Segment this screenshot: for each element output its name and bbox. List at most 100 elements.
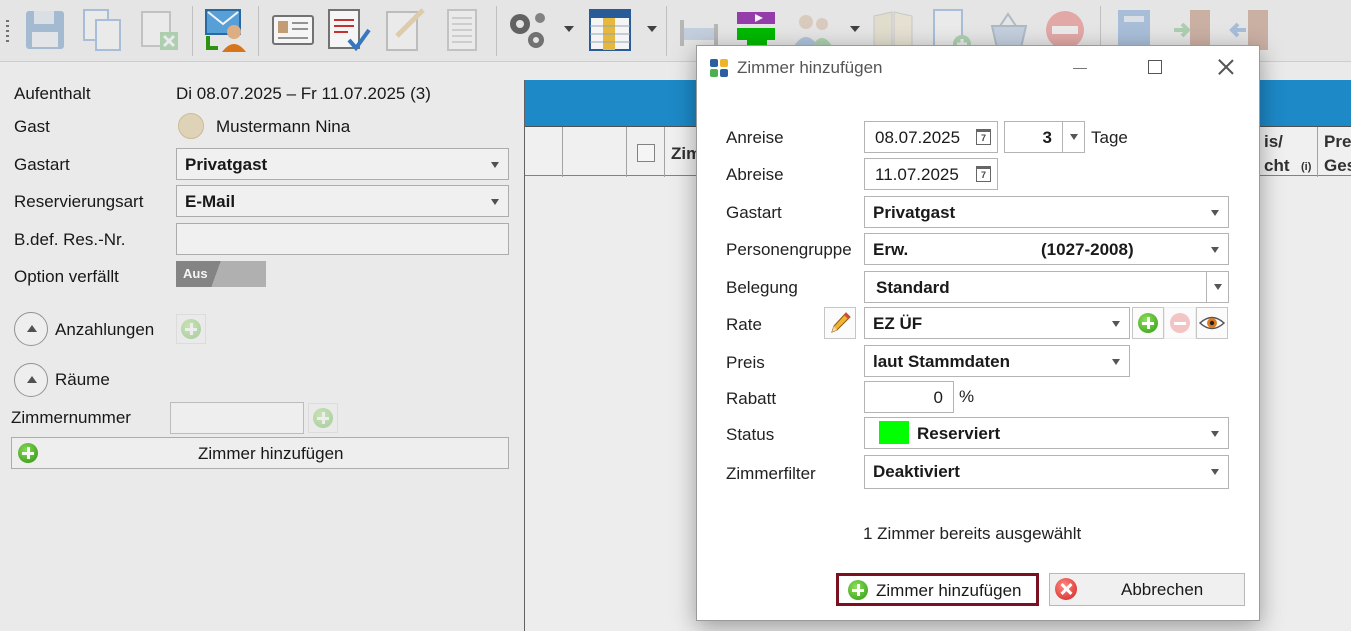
chevron-down-icon (1214, 284, 1222, 290)
guest-card-icon[interactable] (270, 6, 316, 54)
anreise-date-input[interactable]: 08.07.2025 7 (864, 121, 998, 153)
add-room-submit-button[interactable]: Zimmer hinzufügen (836, 573, 1039, 606)
nights-dropdown[interactable] (1062, 122, 1084, 152)
copy-icon[interactable] (80, 6, 126, 54)
plus-icon (18, 443, 38, 463)
aufenthalt-value: Di 08.07.2025 – Fr 11.07.2025 (3) (176, 84, 431, 103)
save-icon[interactable] (22, 6, 68, 54)
plus-icon (1138, 313, 1158, 333)
add-zimmernummer-button[interactable] (308, 403, 338, 433)
gastart-select[interactable]: Privatgast (176, 148, 509, 180)
gastart-label: Gastart (726, 203, 782, 222)
anreise-date-value: 08.07.2025 (875, 128, 961, 147)
selected-rooms-info: 1 Zimmer bereits ausgewählt (863, 524, 1082, 543)
checklist-icon[interactable] (383, 6, 429, 54)
cancel-button[interactable]: Abbrechen (1049, 573, 1245, 606)
gast-value[interactable]: Mustermann Nina (216, 117, 350, 137)
table-icon[interactable] (440, 6, 486, 54)
dialog-title: Zimmer hinzufügen (737, 58, 883, 77)
registration-form-icon[interactable] (325, 6, 371, 54)
anzahlungen-expand-button[interactable] (14, 312, 48, 346)
maximize-icon[interactable] (1148, 60, 1162, 74)
gears-icon[interactable] (504, 6, 550, 54)
gastart-select-value: Privatgast (185, 155, 268, 174)
grid-column-preis-line1[interactable]: is/ (1264, 132, 1283, 152)
close-icon[interactable] (1216, 57, 1236, 77)
status-select-value: Reserviert (917, 424, 1001, 443)
zimmerfilter-select-value: Deaktiviert (873, 462, 960, 481)
bdef-input[interactable] (176, 223, 509, 255)
personengruppe-label: Personengruppe (726, 240, 852, 259)
chevron-down-icon (1211, 210, 1219, 216)
aufenthalt-label: Aufenthalt (14, 84, 91, 103)
personengruppe-select[interactable]: Erw. (1027-2008) (864, 233, 1229, 265)
status-select[interactable]: Reserviert (864, 417, 1229, 449)
toolbar-separator (666, 6, 667, 56)
add-rate-button[interactable] (1132, 307, 1164, 339)
rabatt-input[interactable]: 0 (864, 381, 954, 413)
add-room-label: Zimmer hinzufügen (198, 444, 344, 463)
grid-column-preis-gesamt-line2[interactable]: Ges (1324, 156, 1351, 176)
nights-value: 3 (1042, 128, 1052, 147)
grid-column[interactable] (563, 127, 627, 177)
belegung-select[interactable]: Standard (864, 271, 1229, 303)
rabatt-label: Rabatt (726, 389, 777, 408)
nights-stepper[interactable]: 3 (1004, 121, 1085, 153)
grid-column-preis-gesamt-line1[interactable]: Pre (1324, 132, 1351, 152)
abreise-label: Abreise (726, 165, 784, 184)
cancel-x-icon (1055, 578, 1077, 600)
chevron-down-icon (1112, 321, 1120, 327)
status-color-swatch (879, 421, 909, 444)
select-all-checkbox[interactable] (637, 144, 655, 162)
column-layout-icon[interactable] (587, 6, 633, 54)
rate-select[interactable]: EZ ÜF (864, 307, 1130, 339)
remove-rate-button[interactable] (1164, 307, 1196, 339)
toolbar-separator (192, 6, 193, 56)
abreise-date-input[interactable]: 11.07.2025 7 (864, 158, 998, 190)
chevron-down-icon (1112, 359, 1120, 365)
belegung-dropdown[interactable] (1206, 272, 1228, 302)
layout-dropdown-icon[interactable] (647, 26, 657, 32)
guest-transfer-icon[interactable] (202, 6, 248, 54)
rate-label: Rate (726, 315, 762, 334)
calendar-icon[interactable]: 7 (976, 166, 991, 182)
zimmerfilter-select[interactable]: Deaktiviert (864, 455, 1229, 489)
chevron-down-icon (1211, 431, 1219, 437)
abreise-date-value: 11.07.2025 (875, 165, 959, 184)
add-anzahlung-button[interactable] (176, 314, 206, 344)
plus-icon (313, 408, 333, 428)
bdef-label: B.def. Res.-Nr. (14, 230, 126, 249)
preis-select[interactable]: laut Stammdaten (864, 345, 1130, 377)
zimmerfilter-label: Zimmerfilter (726, 464, 816, 483)
pencil-icon (831, 312, 851, 333)
personengruppe-select-value: Erw. (873, 240, 909, 259)
eye-icon (1198, 316, 1226, 330)
persons-dropdown-icon[interactable] (850, 26, 860, 32)
gears-dropdown-icon[interactable] (564, 26, 574, 32)
delete-copy-icon[interactable] (136, 6, 182, 54)
view-rate-button[interactable] (1196, 307, 1228, 339)
toolbar-separator (496, 6, 497, 56)
guest-avatar-icon[interactable] (178, 113, 204, 139)
reservierungsart-select-value: E-Mail (185, 192, 236, 211)
gastart-select[interactable]: Privatgast (864, 196, 1229, 228)
minimize-icon[interactable] (1073, 68, 1087, 69)
add-room-button[interactable]: Zimmer hinzufügen (11, 437, 509, 469)
grid-column-preis-line2[interactable]: cht (1264, 156, 1290, 176)
grid-column[interactable] (525, 127, 563, 177)
toolbar-grip[interactable] (6, 20, 9, 42)
preis-select-value: laut Stammdaten (873, 352, 1010, 371)
info-icon[interactable]: (i) (1301, 161, 1311, 173)
chevron-down-icon (1211, 247, 1219, 253)
gast-label: Gast (14, 117, 50, 136)
reservierungsart-select[interactable]: E-Mail (176, 185, 509, 217)
option-toggle[interactable]: Aus (176, 261, 266, 287)
add-room-dialog: Zimmer hinzufügen Anreise 08.07.2025 7 3… (696, 45, 1260, 621)
chevron-down-icon (1070, 134, 1078, 140)
raeume-expand-button[interactable] (14, 363, 48, 397)
edit-rate-button[interactable] (824, 307, 856, 339)
zimmernummer-input[interactable] (170, 402, 304, 434)
gastart-label: Gastart (14, 155, 70, 174)
app-logo-icon (710, 59, 729, 78)
calendar-icon[interactable]: 7 (976, 129, 991, 145)
